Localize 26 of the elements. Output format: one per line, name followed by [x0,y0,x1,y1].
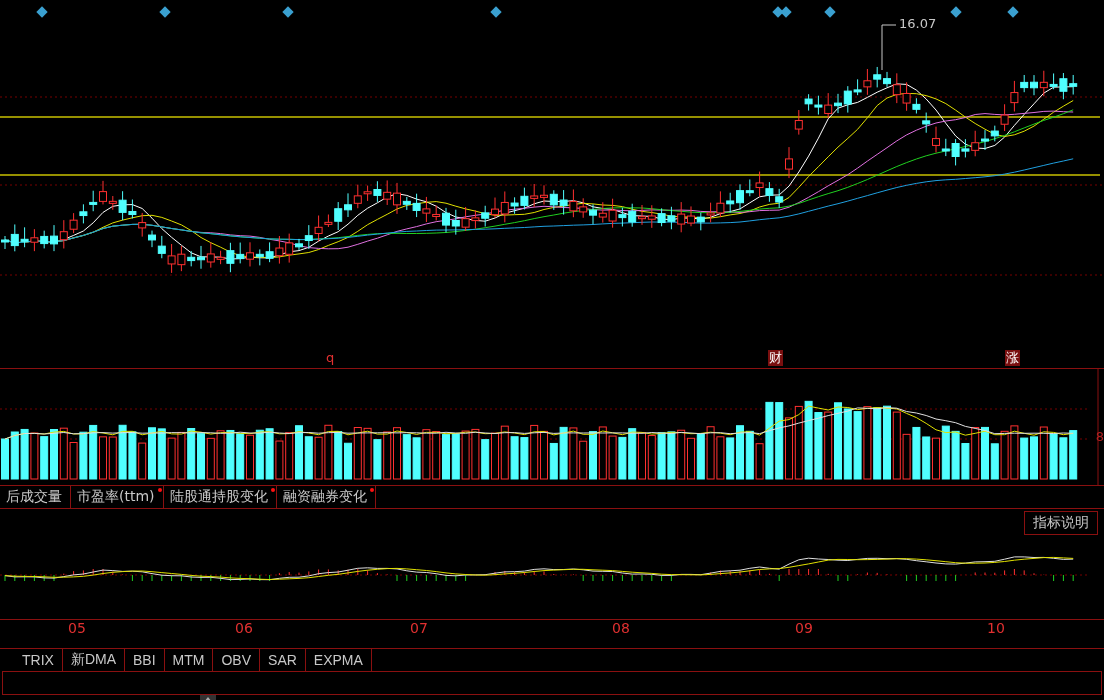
diamond-icon[interactable] [490,6,502,18]
month-label: 09 [795,620,813,636]
command-input-field[interactable] [2,671,1102,695]
flag-dot [369,488,374,492]
diamond-icon[interactable] [950,6,962,18]
indicator-help-button[interactable]: 指标说明 [1024,511,1098,535]
diamond-icon[interactable] [282,6,294,18]
price-annotation: 16.07 [899,16,937,31]
event-marker[interactable]: 涨 [1005,350,1020,366]
month-label: 08 [612,620,630,636]
diamond-icon[interactable] [36,6,48,18]
diamond-icon[interactable] [159,6,171,18]
month-label: 10 [987,620,1005,636]
diamond-icon[interactable] [824,6,836,18]
flag-dot [270,488,275,492]
diamond-icon[interactable] [772,6,784,18]
diamond-icon[interactable] [780,6,792,18]
event-marker[interactable]: 财 [768,350,783,366]
leader-line [881,24,897,71]
axis-label: 8 [1095,429,1104,444]
month-label: 06 [235,620,253,636]
diamond-icon[interactable] [1007,6,1019,18]
month-label: 07 [410,620,428,636]
month-label: 05 [68,620,86,636]
event-marker[interactable]: q [325,350,336,366]
flag-dot [157,488,162,492]
